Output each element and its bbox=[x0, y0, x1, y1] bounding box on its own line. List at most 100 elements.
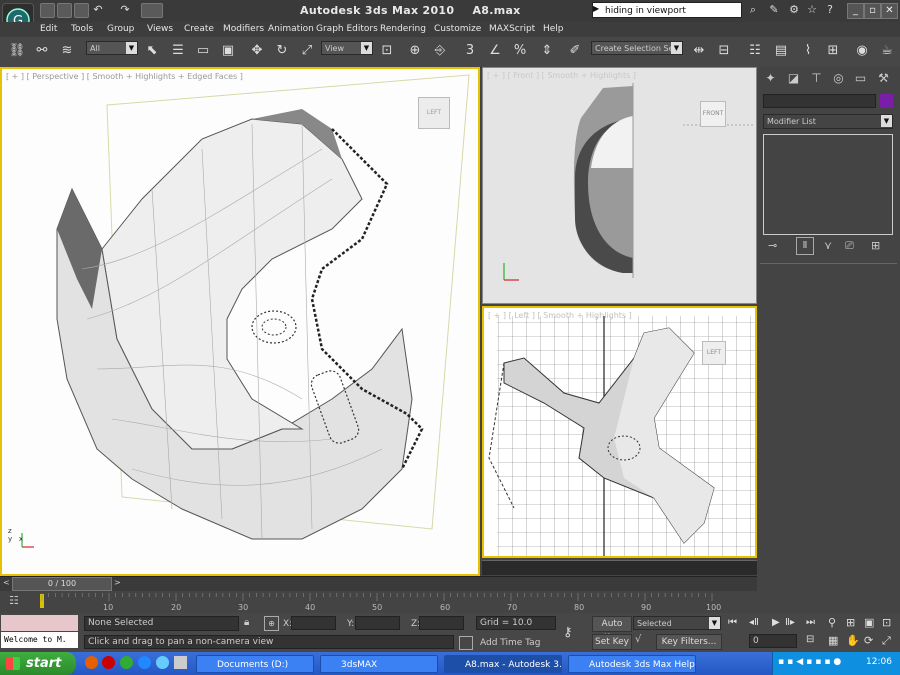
ie-icon[interactable] bbox=[138, 656, 151, 669]
select-rotate-icon[interactable]: ↻ bbox=[272, 41, 292, 61]
maxscript-output[interactable]: Welcome to M. bbox=[1, 632, 78, 648]
viewport-front[interactable]: [ + ] [ Front ] [ Smooth + Highlights ] … bbox=[482, 67, 757, 304]
mini-curve-editor-icon[interactable]: ☷ bbox=[9, 594, 19, 607]
menu-animation[interactable]: Animation bbox=[268, 24, 314, 34]
select-by-name-icon[interactable]: ☰ bbox=[168, 41, 188, 61]
maximize-viewport-icon[interactable]: ⤢ bbox=[882, 634, 891, 648]
communication-center-icon[interactable]: ⚙ bbox=[787, 3, 801, 17]
layer-manager-icon[interactable]: ☷ bbox=[745, 41, 765, 61]
select-move-icon[interactable]: ✥ bbox=[247, 41, 267, 61]
menu-tools[interactable]: Tools bbox=[71, 24, 93, 34]
add-time-tag-icon[interactable] bbox=[459, 636, 473, 650]
pan-view-icon[interactable]: ✋ bbox=[846, 634, 860, 647]
task-3dsmax-app[interactable]: A8.max - Autodesk 3... bbox=[444, 655, 562, 673]
select-scale-icon[interactable]: ⤢ bbox=[297, 41, 317, 61]
restore-button[interactable]: ▫ bbox=[864, 3, 881, 19]
view-cube[interactable]: FRONT bbox=[700, 101, 726, 127]
schematic-view-icon[interactable]: ⊞ bbox=[823, 41, 843, 61]
menu-edit[interactable]: Edit bbox=[40, 24, 57, 34]
task-3dsmax-folder[interactable]: 3dsMAX bbox=[320, 655, 438, 673]
menu-maxscript[interactable]: MAXScript bbox=[489, 24, 535, 34]
search-arrow-icon[interactable]: ▶ bbox=[593, 4, 601, 16]
zoom-all-icon[interactable]: ⊞ bbox=[846, 616, 855, 629]
absolute-mode-icon[interactable]: ⊕ bbox=[264, 616, 279, 631]
window-crossing-icon[interactable]: ▣ bbox=[218, 41, 238, 61]
make-unique-icon[interactable]: ⋎ bbox=[824, 239, 832, 252]
viewport-left[interactable]: [ + ] [ Left ] [ Smooth + Highlights ] L… bbox=[482, 306, 757, 558]
opera-icon[interactable] bbox=[102, 656, 115, 669]
key-mode-dropdown[interactable]: Selected ▼ bbox=[633, 616, 721, 630]
z-coordinate-field[interactable] bbox=[419, 616, 464, 630]
orbit-icon[interactable]: ⟳ bbox=[864, 634, 873, 647]
display-tab-icon[interactable]: ▭ bbox=[852, 70, 869, 87]
named-selection-dropdown[interactable]: Create Selection Se ▼ bbox=[591, 41, 683, 55]
menu-modifiers[interactable]: Modifiers bbox=[223, 24, 264, 34]
configure-sets-icon[interactable]: ⊞ bbox=[871, 239, 880, 252]
zoom-extents-icon[interactable]: ▣ bbox=[864, 616, 874, 629]
rectangular-selection-icon[interactable]: ▭ bbox=[193, 41, 213, 61]
next-frame-button[interactable]: > bbox=[114, 578, 121, 587]
redo-icon[interactable]: ↷ bbox=[118, 3, 132, 17]
pin-stack-icon[interactable]: ⊸ bbox=[768, 239, 777, 252]
spinner-snap-icon[interactable]: ⇕ bbox=[537, 41, 557, 61]
select-manipulate-icon[interactable]: ⊕ bbox=[405, 41, 425, 61]
play-icon[interactable]: ▶ bbox=[772, 617, 780, 628]
y-coordinate-field[interactable] bbox=[355, 616, 400, 630]
maxscript-listener-mini[interactable] bbox=[1, 615, 78, 631]
create-tab-icon[interactable]: ✦ bbox=[762, 70, 779, 87]
menu-rendering[interactable]: Rendering bbox=[380, 24, 426, 34]
favorites-icon[interactable]: ☆ bbox=[805, 3, 819, 17]
pivot-center-icon[interactable]: ⊡ bbox=[377, 41, 397, 61]
snaps-toggle-icon[interactable]: 3 bbox=[460, 41, 480, 61]
render-setup-icon[interactable]: ☕ bbox=[877, 41, 897, 61]
view-cube[interactable]: LEFT bbox=[418, 97, 450, 129]
edit-named-selection-icon[interactable]: ✐ bbox=[565, 41, 585, 61]
material-editor-icon[interactable]: ◉ bbox=[852, 41, 872, 61]
save-file-icon[interactable] bbox=[74, 3, 89, 18]
menu-create[interactable]: Create bbox=[184, 24, 214, 34]
menu-graph-editors[interactable]: Graph Editors bbox=[316, 24, 378, 34]
align-icon[interactable]: ⊟ bbox=[714, 41, 734, 61]
percent-snap-icon[interactable]: % bbox=[510, 41, 530, 61]
mirror-icon[interactable]: ⇹ bbox=[689, 41, 709, 61]
curve-editor-icon[interactable]: ⌇ bbox=[798, 41, 818, 61]
help-icon[interactable]: ? bbox=[823, 3, 837, 17]
front-viewport-label[interactable]: [ + ] [ Front ] [ Smooth + Highlights ] bbox=[487, 71, 636, 80]
modifier-stack[interactable] bbox=[763, 134, 893, 235]
auto-key-button[interactable]: Auto Key bbox=[592, 616, 632, 643]
show-end-result-icon[interactable]: Ⅱ bbox=[796, 237, 814, 255]
new-file-icon[interactable] bbox=[40, 3, 55, 18]
chrome-icon[interactable] bbox=[120, 656, 133, 669]
hierarchy-tab-icon[interactable]: ⊤ bbox=[808, 70, 825, 87]
default-tangent-icon[interactable]: √ bbox=[635, 634, 641, 645]
menu-help[interactable]: Help bbox=[543, 24, 564, 34]
prev-frame-button[interactable]: < bbox=[3, 578, 10, 587]
show-desktop-icon[interactable] bbox=[174, 656, 187, 669]
object-name-field[interactable] bbox=[763, 94, 876, 108]
media-icon[interactable] bbox=[156, 656, 169, 669]
selection-lock-icon[interactable]: 🔒︎ bbox=[244, 617, 249, 628]
task-3dsmax-help[interactable]: Autodesk 3ds Max Help bbox=[568, 655, 696, 673]
key-filters-button[interactable]: Key Filters... bbox=[656, 634, 722, 650]
undo-icon[interactable]: ↶ bbox=[91, 3, 105, 17]
select-object-icon[interactable]: ⬉ bbox=[142, 41, 162, 61]
task-documents[interactable]: Documents (D:) bbox=[196, 655, 314, 673]
perspective-viewport-label[interactable]: [ + ] [ Perspective ] [ Smooth + Highlig… bbox=[6, 72, 243, 81]
modify-tab-icon[interactable]: ◪ bbox=[785, 70, 802, 87]
modifier-list-dropdown[interactable]: Modifier List ▼ bbox=[763, 114, 893, 129]
minimize-button[interactable]: _ bbox=[847, 3, 864, 19]
x-coordinate-field[interactable] bbox=[291, 616, 336, 630]
tray-icons[interactable]: ▪▪◀▪▪▪● bbox=[778, 657, 858, 669]
keyboard-shortcut-icon[interactable]: ⎆ bbox=[430, 41, 450, 61]
next-frame-icon[interactable]: Ⅱ▸ bbox=[785, 617, 795, 628]
utilities-tab-icon[interactable]: ⚒ bbox=[875, 70, 892, 87]
add-time-tag[interactable]: Add Time Tag bbox=[480, 638, 540, 648]
zoom-extents-all-icon[interactable]: ⊡ bbox=[882, 616, 891, 629]
object-color-swatch[interactable] bbox=[880, 94, 893, 108]
menu-group[interactable]: Group bbox=[107, 24, 134, 34]
angle-snap-icon[interactable]: ∠ bbox=[485, 41, 505, 61]
close-button[interactable]: ✕ bbox=[881, 3, 898, 19]
menu-customize[interactable]: Customize bbox=[434, 24, 481, 34]
go-to-start-icon[interactable]: ⏮ bbox=[728, 617, 737, 628]
bind-space-warp-icon[interactable]: ≋ bbox=[57, 41, 77, 61]
